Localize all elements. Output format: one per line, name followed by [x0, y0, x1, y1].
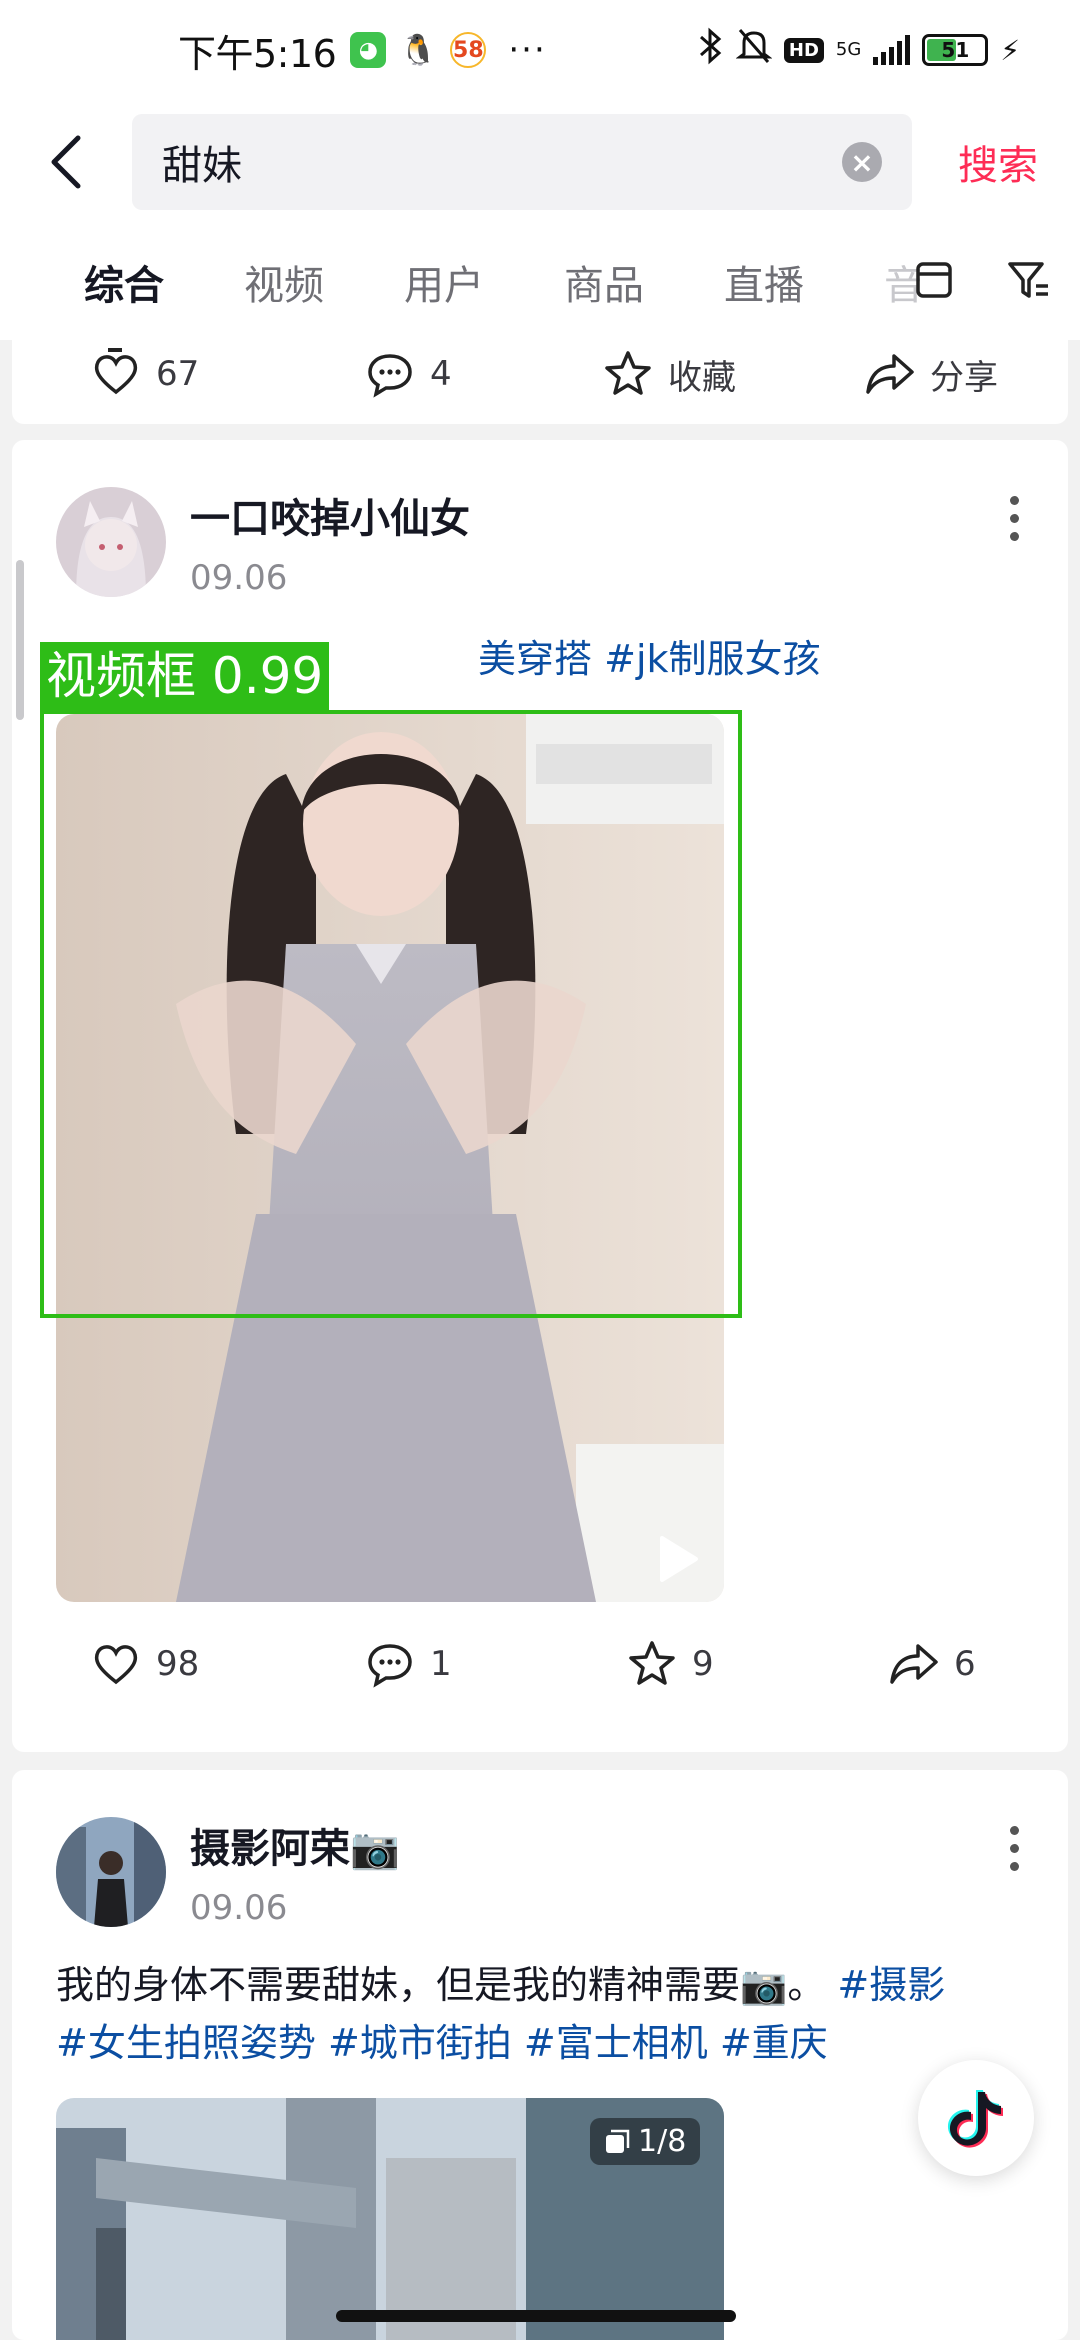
signal-icon	[873, 35, 911, 65]
wechat-notification-icon: ◕	[350, 32, 387, 68]
search-query: 甜妹	[162, 143, 242, 189]
post-card[interactable]: 一口咬掉小仙女 09.06 美穿搭 #jk制服女孩 视频框 0.99 98 1 …	[12, 440, 1068, 1752]
network-type: 5G	[835, 39, 862, 60]
tab-video[interactable]: 视频	[244, 253, 324, 311]
video-detection-box	[40, 710, 742, 1318]
hashtag[interactable]: #摄影	[837, 1963, 945, 2007]
battery-level: 51	[941, 38, 970, 62]
like-count: 67	[156, 354, 200, 394]
post-caption: 我的身体不需要甜妹，但是我的精神需要📷。 #摄影 #女生拍照姿势 #城市街拍 #…	[56, 1956, 1008, 2072]
gallery-icon	[606, 2129, 630, 2153]
image-counter-badge: 1/8	[590, 2118, 701, 2165]
avatar[interactable]	[56, 1817, 166, 1927]
more-notifications-icon: ···	[508, 30, 547, 70]
image-counter: 1/8	[638, 2124, 687, 2159]
charging-icon: ⚡	[1000, 33, 1020, 67]
share-icon	[890, 1644, 938, 1684]
tab-all[interactable]: 综合	[84, 253, 164, 311]
post-card[interactable]: 摄影阿荣📷 09.06 我的身体不需要甜妹，但是我的精神需要📷。 #摄影 #女生…	[12, 1770, 1068, 2340]
hashtag[interactable]: 美穿搭	[478, 637, 592, 681]
comment-count: 4	[430, 354, 452, 394]
image-carousel[interactable]: 1/8	[56, 2098, 724, 2340]
play-icon	[660, 1536, 698, 1582]
douyin-logo-icon	[947, 2090, 1003, 2148]
favorite-button[interactable]: 9	[626, 1638, 714, 1690]
app-58-notification-icon: 58	[450, 32, 487, 68]
tab-user[interactable]: 用户	[404, 253, 484, 311]
avatar[interactable]	[56, 487, 166, 597]
comment-icon	[368, 354, 412, 398]
status-bar: 下午5:16 ◕ 🐧 58 ··· HD 5G 51 ⚡	[0, 0, 1080, 100]
hashtag[interactable]: #jk制服女孩	[604, 637, 820, 681]
comment-button[interactable]: 4	[364, 348, 452, 400]
hashtag[interactable]: #重庆	[720, 2021, 828, 2065]
comment-button[interactable]: 1	[364, 1638, 452, 1690]
douyin-float-button[interactable]	[918, 2060, 1034, 2176]
heart-icon	[94, 1645, 138, 1685]
share-button[interactable]: 6	[888, 1638, 976, 1690]
post-date: 09.06	[190, 1888, 288, 1928]
comment-count: 1	[430, 1644, 452, 1684]
favorite-label: 收藏	[668, 357, 736, 398]
heart-icon	[94, 348, 138, 395]
author-row[interactable]: 摄影阿荣📷 09.06	[56, 1816, 400, 1928]
tab-product[interactable]: 商品	[564, 253, 644, 311]
post-date: 09.06	[190, 558, 288, 598]
star-icon	[605, 351, 651, 395]
battery-icon: 51	[922, 34, 989, 66]
clear-icon[interactable]: ×	[842, 142, 882, 182]
hashtag[interactable]: #女生拍照姿势	[56, 2021, 316, 2065]
status-time: 下午5:16	[178, 31, 337, 76]
author-name[interactable]: 一口咬掉小仙女	[190, 486, 470, 544]
search-button[interactable]: 搜索	[958, 133, 1038, 191]
scrollbar[interactable]	[16, 560, 24, 720]
comment-icon	[368, 1644, 412, 1688]
previous-post-card: 67 4 收藏 分享	[12, 340, 1068, 424]
caption-text: 我的身体不需要甜妹，但是我的精神需要📷。	[56, 1963, 826, 2007]
back-button[interactable]	[0, 100, 132, 224]
hashtag[interactable]: #城市街拍	[328, 2021, 512, 2065]
layout-toggle-icon[interactable]	[912, 254, 956, 306]
favorite-button[interactable]: 收藏	[602, 348, 736, 400]
hd-call-icon: HD	[783, 37, 824, 63]
video-detection-label: 视频框 0.99	[40, 642, 330, 710]
hashtag[interactable]: #富士相机	[524, 2021, 708, 2065]
tab-live[interactable]: 直播	[724, 253, 804, 311]
search-input[interactable]: 甜妹 ×	[132, 114, 912, 210]
mute-bell-icon	[735, 26, 773, 74]
home-indicator[interactable]	[336, 2310, 736, 2322]
search-tabs: 综合 视频 用户 商品 直播 音	[0, 224, 1080, 340]
author-row[interactable]: 一口咬掉小仙女 09.06	[56, 486, 470, 598]
qq-notification-icon: 🐧	[399, 32, 438, 68]
like-count: 98	[156, 1644, 200, 1684]
post-caption: 美穿搭 #jk制服女孩	[478, 630, 1008, 688]
more-options-icon[interactable]	[1010, 496, 1022, 541]
more-options-icon[interactable]	[1010, 1826, 1022, 1871]
bluetooth-icon	[698, 26, 724, 74]
chevron-left-icon	[51, 135, 81, 189]
author-name[interactable]: 摄影阿荣📷	[190, 1816, 400, 1874]
share-icon	[866, 354, 914, 394]
share-count: 6	[954, 1644, 976, 1684]
share-label: 分享	[930, 357, 998, 398]
like-button[interactable]: 98	[90, 1638, 199, 1690]
share-button[interactable]: 分享	[864, 348, 998, 400]
favorite-count: 9	[692, 1644, 714, 1684]
star-icon	[629, 1641, 675, 1685]
like-button[interactable]: 67	[90, 348, 199, 400]
search-header: 甜妹 × 搜索	[0, 100, 1080, 224]
filter-icon[interactable]	[1006, 254, 1050, 306]
